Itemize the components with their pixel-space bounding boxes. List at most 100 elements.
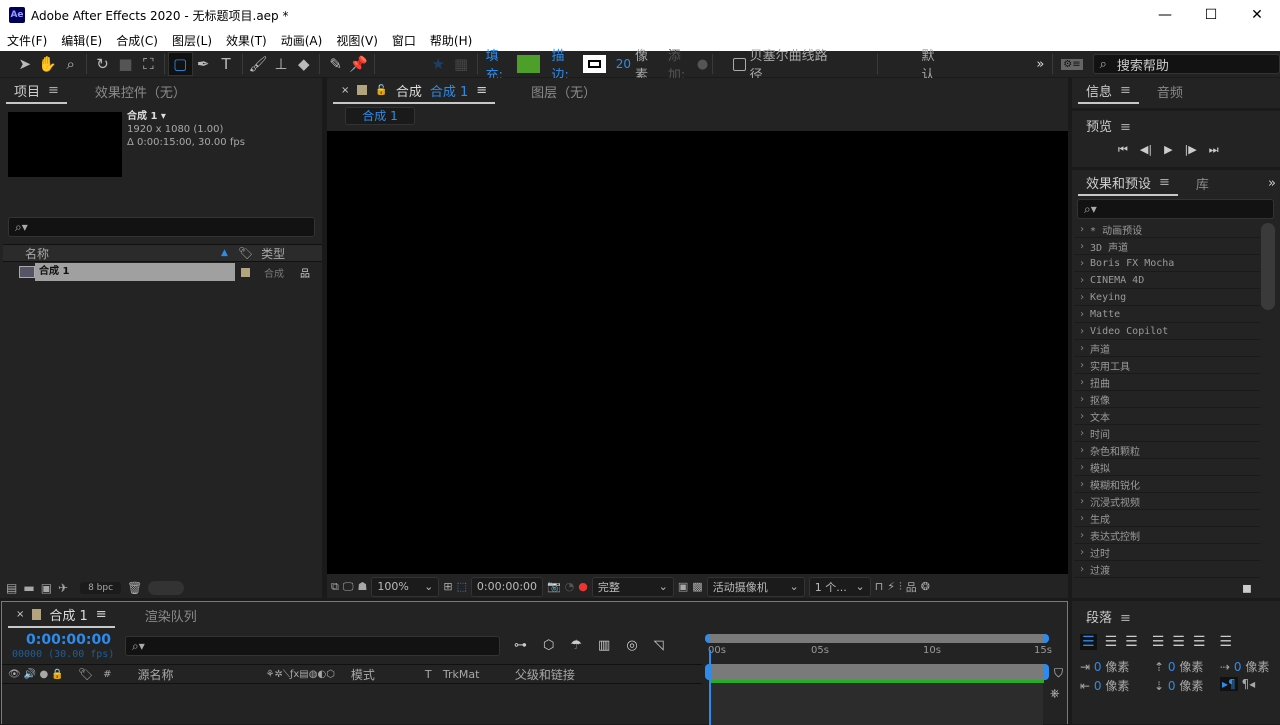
interpret-footage-icon[interactable]: ▤ xyxy=(6,581,17,595)
effect-category[interactable]: › 沉浸式视频 xyxy=(1074,493,1260,510)
effect-category[interactable]: › 过渡 xyxy=(1074,561,1260,578)
visibility-icons[interactable]: 👁 🔊 ● 🔒 xyxy=(8,669,64,680)
effect-category[interactable]: › 3D 声道 xyxy=(1074,238,1260,255)
effect-category[interactable]: › Keying xyxy=(1074,289,1260,306)
effect-category[interactable]: › 模糊和锐化 xyxy=(1074,476,1260,493)
tab-effect-controls[interactable]: 效果控件（无） xyxy=(87,78,194,104)
tab-composition[interactable]: × 🔓 合成 合成 1 ≡ xyxy=(333,78,496,104)
fill-color-swatch[interactable] xyxy=(516,55,540,73)
camera-dropdown[interactable]: 活动摄像机 ⌄ xyxy=(706,576,805,597)
effect-category[interactable]: › 杂色和颗粒 xyxy=(1074,442,1260,459)
effects-search-input[interactable]: ⌕▾ xyxy=(1077,199,1274,219)
column-t[interactable]: T xyxy=(425,668,443,681)
current-time-display[interactable]: 0:00:00:00 xyxy=(26,632,111,648)
zoom-tool-icon[interactable]: ⌕ xyxy=(59,53,82,75)
render-icon[interactable]: ✈ xyxy=(58,581,68,595)
tab-layer[interactable]: 图层（无） xyxy=(523,78,604,104)
menu-layer[interactable]: 图层(L) xyxy=(165,32,219,49)
menu-help[interactable]: 帮助(H) xyxy=(423,32,479,49)
frame-blending-icon[interactable]: ▥ xyxy=(598,638,610,653)
bpc-button[interactable]: 8 bpc xyxy=(80,582,122,594)
monitor-icon[interactable]: 🖵 xyxy=(343,580,354,594)
eraser-tool-icon[interactable]: ◆ xyxy=(292,53,315,75)
new-composition-icon[interactable]: ▣ xyxy=(41,581,52,595)
menu-effect[interactable]: 效果(T) xyxy=(219,32,274,49)
effect-category[interactable]: › 生成 xyxy=(1074,510,1260,527)
tab-render-queue[interactable]: 渲染队列 xyxy=(137,602,205,628)
timeline-search-input[interactable]: ⌕▾ xyxy=(125,636,500,656)
justify-last-right-icon[interactable]: ☰ xyxy=(1193,634,1206,650)
sort-ascending-icon[interactable]: ▲ xyxy=(221,248,228,258)
add-icon[interactable]: ● xyxy=(697,57,708,72)
previous-frame-button[interactable]: ◀| xyxy=(1140,143,1152,157)
current-time-field[interactable]: 0:00:00:00 xyxy=(470,576,543,597)
pan-behind-tool-icon[interactable]: ⛶ xyxy=(137,53,160,75)
layer-area[interactable] xyxy=(709,684,1043,725)
effects-scrollbar[interactable] xyxy=(1261,223,1275,310)
effect-category[interactable]: › * 动画预设 xyxy=(1074,221,1260,238)
composition-mini-flowchart-icon[interactable]: ⊶ xyxy=(514,638,527,653)
effect-category[interactable]: › 实用工具 xyxy=(1074,357,1260,374)
show-snapshot-icon[interactable]: ◔ xyxy=(565,580,575,593)
tab-project[interactable]: 项目 ≡ xyxy=(6,78,67,104)
indent-left-field[interactable]: ⇥ 0 像素 xyxy=(1080,658,1154,675)
tab-timeline-comp[interactable]: × 合成 1 ≡ xyxy=(8,602,115,628)
roto-brush-tool-icon[interactable]: ✎ xyxy=(324,53,347,75)
effect-category[interactable]: › 抠像 xyxy=(1074,391,1260,408)
comp-breadcrumb[interactable]: 合成 1 xyxy=(345,107,415,125)
minimize-button[interactable]: — xyxy=(1142,0,1188,30)
effect-category[interactable]: › 模拟 xyxy=(1074,459,1260,476)
space-before-field[interactable]: ⇡ 0 像素 xyxy=(1154,658,1220,675)
stroke-color-swatch[interactable] xyxy=(582,55,606,73)
resolution-dropdown[interactable]: 完整 ⌄ xyxy=(591,576,674,597)
tab-audio[interactable]: 音频 xyxy=(1149,78,1191,104)
column-trkmat[interactable]: TrkMat xyxy=(443,668,515,681)
menu-view[interactable]: 视图(V) xyxy=(329,32,385,49)
effect-category[interactable]: › 表达式控制 xyxy=(1074,527,1260,544)
play-button[interactable]: ▶ xyxy=(1164,143,1172,157)
scroll-handle[interactable] xyxy=(148,581,185,595)
label-icon[interactable]: 🏷 xyxy=(78,667,93,681)
time-ruler[interactable]: 00s 05s 10s 15s xyxy=(708,645,1052,663)
close-button[interactable]: ✕ xyxy=(1234,0,1280,30)
flowchart-icon[interactable]: 品 xyxy=(906,579,917,595)
bezier-checkbox[interactable] xyxy=(733,57,746,71)
menu-window[interactable]: 窗口 xyxy=(385,32,423,49)
label-icon[interactable]: 🏷 xyxy=(238,246,253,260)
effect-category[interactable]: › 过时 xyxy=(1074,544,1260,561)
camera-tool-icon[interactable]: ■ xyxy=(114,53,137,75)
clone-stamp-tool-icon[interactable]: ⊥ xyxy=(269,53,292,75)
checker-icon[interactable]: ▦ xyxy=(450,53,473,75)
effect-category[interactable]: › CINEMA 4D xyxy=(1074,272,1260,289)
item-name[interactable]: 合成 1 xyxy=(35,263,235,281)
effect-category[interactable]: › 时间 xyxy=(1074,425,1260,442)
justify-last-left-icon[interactable]: ☰ xyxy=(1152,634,1165,650)
space-after-field[interactable]: ⇣ 0 像素 xyxy=(1154,677,1220,694)
effect-category[interactable]: › 文本 xyxy=(1074,408,1260,425)
effect-category[interactable]: › Matte xyxy=(1074,306,1260,323)
playhead[interactable] xyxy=(709,650,711,725)
brush-tool-icon[interactable]: 🖌 xyxy=(247,53,270,75)
column-source-name[interactable]: 源名称 xyxy=(137,666,265,683)
indent-right-field[interactable]: ⇤ 0 像素 xyxy=(1080,677,1154,694)
star-icon[interactable]: ★ xyxy=(427,53,450,75)
transparency-grid-icon[interactable]: ⬚ xyxy=(457,580,467,593)
workspace-settings-icon[interactable]: ⚙≡ xyxy=(1061,58,1083,70)
item-label-color[interactable] xyxy=(241,267,250,277)
effect-category[interactable]: › Video Copilot xyxy=(1074,323,1260,340)
region-of-interest-icon[interactable]: ▣ xyxy=(678,580,688,593)
ltr-direction-icon[interactable]: ▸¶ xyxy=(1220,677,1238,691)
flowchart-icon[interactable]: 品 xyxy=(300,265,310,280)
switches-icons[interactable]: ⚘✲⟍ƒx▤◍◐⬡ xyxy=(265,669,334,680)
justify-all-icon[interactable]: ☰ xyxy=(1219,634,1232,650)
selection-tool-icon[interactable]: ➤ xyxy=(13,53,36,75)
align-right-icon[interactable]: ☰ xyxy=(1125,634,1138,650)
rotate-tool-icon[interactable]: ↻ xyxy=(91,53,114,75)
checkerboard-icon[interactable]: ▩ xyxy=(692,580,702,593)
menu-edit[interactable]: 编辑(E) xyxy=(54,32,109,49)
timeline-icon[interactable]: ⫶ xyxy=(899,580,902,594)
effect-category[interactable]: › 声道 xyxy=(1074,340,1260,357)
hand-tool-icon[interactable]: ✋ xyxy=(36,53,59,75)
menu-composition[interactable]: 合成(C) xyxy=(109,32,165,49)
mask-visibility-icon[interactable]: ☗ xyxy=(357,580,367,593)
